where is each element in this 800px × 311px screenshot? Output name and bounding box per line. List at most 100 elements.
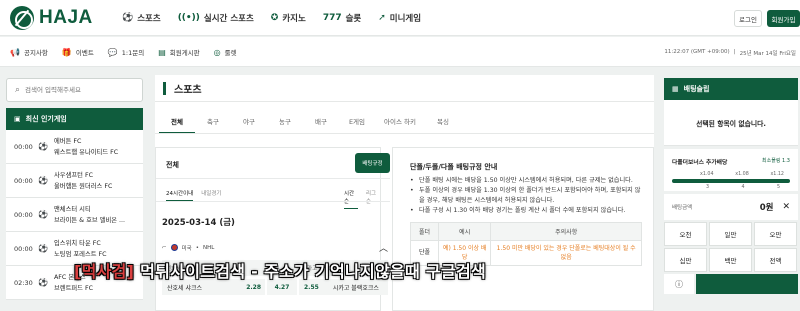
tab-volleyball[interactable]: 배구 — [303, 116, 339, 134]
subnav-event[interactable]: 🎁 이벤트 — [62, 47, 94, 58]
nav-label: 미니게임 — [389, 14, 422, 24]
away-team: 웨스트햄 유나이티드 FC — [54, 148, 119, 156]
popular-games-title: 최신 인기게임 — [25, 115, 67, 123]
chip-1000000[interactable]: 백만 — [709, 248, 752, 272]
games-panel-title: 전체 — [166, 161, 179, 169]
nav-live-sports[interactable]: ((•)) 실시간 스포츠 — [178, 12, 254, 24]
match-time: 00:00 — [14, 142, 33, 151]
match-time: 00:00 — [14, 244, 33, 253]
rocket-icon: ➚ — [378, 13, 386, 23]
divider — [156, 201, 390, 202]
list-item[interactable]: 00:00 ⚽ 에버튼 FC 웨스트햄 유나이티드 FC — [6, 130, 143, 164]
place-bet-button[interactable] — [696, 274, 798, 294]
bet-slip-title: 배팅슬립 — [683, 85, 710, 93]
watermark-tag: [먹사검] — [74, 262, 135, 281]
search-input[interactable] — [25, 86, 126, 94]
nav-label: 스포츠 — [137, 14, 161, 24]
soccer-ball-icon: ⚽ — [38, 176, 48, 185]
nav-casino[interactable]: ✪ 카지노 — [271, 12, 306, 24]
tab-egame[interactable]: E게임 — [339, 116, 375, 134]
away-team: 울버햄튼 원더러스 FC — [54, 182, 113, 190]
tab-sort-time[interactable]: 시간순 — [344, 189, 358, 209]
chevron-up-icon[interactable]: ︿ — [379, 241, 388, 254]
logo-text: HAJA — [39, 7, 93, 28]
watermark-banner: [먹사검] 먹튀사이트검색 - 주소가 기억나지않을때 구글검색 — [74, 258, 486, 282]
rules-col-example: 예시 — [437, 221, 492, 241]
slot-777-icon: 777 — [322, 13, 342, 23]
logo[interactable]: HAJA — [10, 6, 93, 30]
server-clock: 11:22:07 (GMT +09:00) | 25년 Mar 14일 Fri요… — [664, 49, 796, 57]
amount-chips: 오천 일만 오만 십만 백만 전액 — [664, 222, 798, 272]
info-icon[interactable]: ⓘ — [664, 274, 694, 294]
watermark-text: 먹튀사이트검색 - 주소가 기억나지않을때 구글검색 — [134, 262, 487, 281]
search-icon: ⌕ — [15, 85, 21, 95]
roulette-icon: ◎ — [213, 47, 221, 57]
tab-soccer[interactable]: 축구 — [195, 116, 231, 134]
tab-basketball[interactable]: 농구 — [267, 116, 303, 134]
subnav-inquiry[interactable]: 💬 1:1문의 — [107, 47, 144, 58]
home-team: 사우샘프턴 FC — [54, 171, 93, 179]
list-item[interactable]: 00:00 ⚽ 맨체스터 시티 브라이튼 & 호브 앨비온 ... — [6, 198, 143, 232]
subnav-roulette[interactable]: ◎ 룰렛 — [213, 47, 237, 58]
soccer-ball-icon: ⚽ — [38, 278, 48, 287]
soccer-ball-icon: ⚽ — [38, 142, 48, 151]
nav-slot[interactable]: 777 슬롯 — [323, 12, 361, 24]
page-title-text: 스포츠 — [174, 84, 202, 96]
tab-sort-league[interactable]: 리그순 — [366, 189, 380, 209]
chip-50000[interactable]: 오만 — [754, 222, 797, 246]
nav-sports[interactable]: ⚽ 스포츠 — [122, 12, 161, 24]
sort-tabs: 시간순 리그순 — [344, 189, 380, 209]
tab-tomorrow[interactable]: 내일경기 — [201, 189, 221, 201]
subnav-board[interactable]: ▤ 회원게시판 — [158, 47, 199, 58]
casino-chip-icon: ✪ — [270, 13, 279, 23]
calendar-plus-icon: ▣ — [14, 115, 21, 123]
bet-slip-footer: ⓘ — [664, 274, 798, 294]
join-button[interactable]: 회원가입 — [767, 10, 800, 27]
search-box[interactable]: ⌕ — [6, 78, 143, 102]
home-team: 에버튼 FC — [54, 137, 82, 145]
bonus-multiplier: x1.04 — [700, 172, 714, 177]
nav-label: 슬롯 — [345, 14, 362, 24]
home-team: 맨체스터 시티 — [54, 205, 91, 213]
chip-100000[interactable]: 십만 — [664, 248, 707, 272]
bet-rules-button[interactable]: 배팅규정 — [355, 153, 390, 173]
odds-away-value: 2.55 — [304, 283, 319, 291]
board-icon: ▤ — [158, 47, 166, 57]
tab-24h[interactable]: 24시간이내 — [166, 189, 194, 201]
subnav-notice[interactable]: 📢 공지사항 — [10, 47, 48, 58]
close-icon[interactable]: ✕ — [782, 202, 790, 212]
tab-all[interactable]: 전체 — [159, 116, 195, 134]
bonus-multiplier: x1.08 — [735, 172, 749, 177]
bonus-fold-mark: 4 — [741, 185, 745, 190]
rules-col-fold: 폴더 — [410, 221, 439, 241]
chat-icon: 💬 — [107, 47, 118, 57]
login-button[interactable]: 로그인 — [734, 10, 762, 27]
ticket-icon: ▦ — [672, 85, 679, 93]
list-item[interactable]: 00:00 ⚽ 사우샘프턴 FC 울버햄튼 원더러스 FC — [6, 164, 143, 198]
tab-baseball[interactable]: 야구 — [231, 116, 267, 134]
bonus-fold-mark: 3 — [706, 185, 710, 190]
clock-separator: | — [733, 49, 736, 55]
nav-minigame[interactable]: ➚ 미니게임 — [378, 12, 421, 24]
tab-boxing[interactable]: 복싱 — [425, 116, 461, 134]
popular-games-header: ▣ 최신 인기게임 — [6, 108, 143, 130]
league-header[interactable]: ⌐ 미국 • NHL ︿ — [162, 241, 388, 254]
away-team: 브라이튼 & 호브 앨비온 ... — [54, 216, 126, 224]
sub-navbar: 📢 공지사항 🎁 이벤트 💬 1:1문의 ▤ 회원게시판 ◎ 룰렛 11:22:07 (G… — [0, 37, 800, 67]
sport-tabs: 전체 축구 야구 농구 배구 E게임 아이스 하키 복싱 — [159, 116, 461, 134]
page-title: 스포츠 — [155, 75, 654, 102]
tab-ice-hockey[interactable]: 아이스 하키 — [375, 116, 425, 134]
bet-amount-label: 배팅금액 — [672, 205, 693, 211]
rules-col-note: 주의사항 — [490, 221, 642, 241]
chip-all[interactable]: 전액 — [754, 248, 797, 272]
chip-5000[interactable]: 오천 — [664, 222, 707, 246]
chip-10000[interactable]: 일만 — [709, 222, 752, 246]
nav-label: 카지노 — [282, 14, 306, 24]
rules-title: 단폴/두폴/다폴 배팅규정 안내 — [410, 163, 498, 171]
bet-slip-header: ▦ 배팅슬립 — [664, 78, 798, 100]
bet-slip: ▦ 배팅슬립 선택된 항목이 없습니다. 다폴더보너스 추가배당 최소폴링 1.… — [664, 78, 798, 311]
bet-amount: 배팅금액 0원 ✕ — [664, 194, 798, 220]
nav-label: 실시간 스포츠 — [203, 14, 254, 24]
tab-divider — [155, 133, 654, 134]
clock-time: 11:22:07 (GMT +09:00) — [664, 49, 730, 55]
